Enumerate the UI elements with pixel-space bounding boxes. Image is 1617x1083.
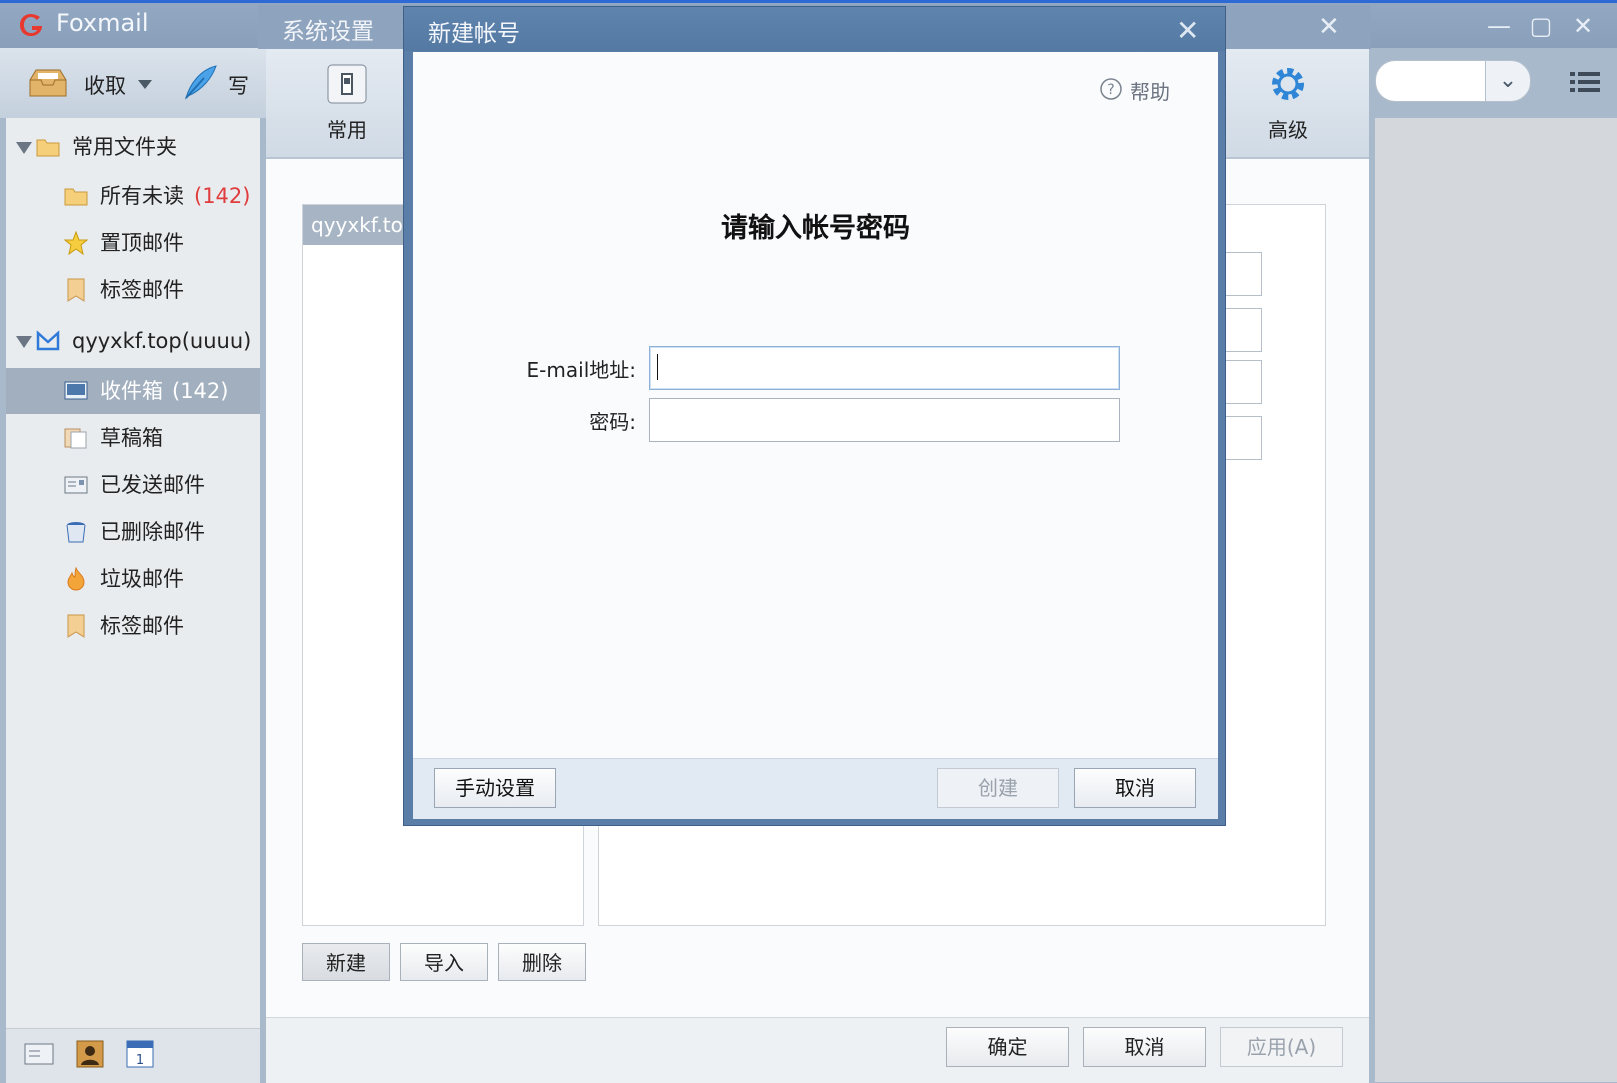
sidebar-item-label: 已发送邮件 bbox=[100, 473, 205, 497]
switch-icon bbox=[327, 64, 367, 104]
email-field[interactable] bbox=[649, 346, 1120, 390]
new-account-button[interactable]: 新建 bbox=[302, 943, 390, 981]
password-label: 密码: bbox=[589, 410, 636, 434]
dialog-title: 新建帐号 bbox=[428, 21, 520, 47]
settings-cancel-button[interactable]: 取消 bbox=[1083, 1027, 1206, 1067]
tag-folder-icon bbox=[67, 278, 85, 302]
apply-button[interactable]: 应用(A) bbox=[1220, 1027, 1343, 1067]
minimize-button[interactable]: — bbox=[1484, 12, 1514, 40]
create-button[interactable]: 创建 bbox=[937, 768, 1059, 808]
trash-icon bbox=[66, 522, 86, 543]
dialog-heading: 请输入帐号密码 bbox=[721, 213, 910, 244]
tag-folder-icon bbox=[67, 614, 85, 638]
gear-icon bbox=[1272, 68, 1304, 100]
expand-arrow-icon[interactable] bbox=[16, 142, 32, 154]
sidebar-item-drafts[interactable]: 草稿箱 bbox=[6, 415, 260, 461]
drafts-icon bbox=[64, 428, 87, 449]
calendar-icon[interactable]: 1 bbox=[126, 1040, 154, 1068]
email-label: E-mail地址: bbox=[526, 358, 636, 382]
delete-account-button[interactable]: 删除 bbox=[498, 943, 586, 981]
receive-button[interactable]: 收取 bbox=[84, 70, 126, 100]
svg-text:?: ? bbox=[1107, 82, 1114, 98]
password-field[interactable] bbox=[649, 398, 1120, 442]
sidebar-item-label: 垃圾邮件 bbox=[100, 567, 184, 591]
expand-arrow-icon[interactable] bbox=[16, 336, 32, 348]
dialog-cancel-button[interactable]: 取消 bbox=[1074, 768, 1196, 808]
sidebar-item-label: 标签邮件 bbox=[100, 278, 184, 302]
folder-icon bbox=[64, 188, 88, 206]
mail-view-icon[interactable] bbox=[24, 1042, 54, 1066]
account-field[interactable] bbox=[1220, 416, 1262, 460]
tab-label: 常用 bbox=[327, 118, 367, 142]
folder-group-label: 常用文件夹 bbox=[72, 135, 177, 159]
folder-group-label: qyyxkf.top(uuuu) bbox=[72, 329, 252, 353]
close-window-button[interactable]: ✕ bbox=[1568, 12, 1598, 40]
help-icon[interactable]: ? bbox=[1100, 78, 1122, 100]
foxmail-logo-icon bbox=[20, 14, 42, 36]
search-input[interactable] bbox=[1375, 60, 1486, 102]
tab-advanced[interactable]: 高级 bbox=[1248, 64, 1328, 143]
folder-group-account[interactable]: qyyxkf.top(uuuu) bbox=[6, 318, 260, 364]
import-account-button[interactable]: 导入 bbox=[400, 943, 488, 981]
inbox-tray-icon[interactable] bbox=[28, 66, 68, 100]
sidebar-item-label: 收件箱 bbox=[100, 379, 163, 403]
sidebar-item-label: 草稿箱 bbox=[100, 426, 163, 450]
sidebar-item-label: 置顶邮件 bbox=[100, 231, 184, 255]
receive-dropdown-icon[interactable] bbox=[138, 80, 152, 89]
dialog-close-button[interactable]: ✕ bbox=[1176, 14, 1199, 47]
chevron-down-icon[interactable]: ⌄ bbox=[1485, 60, 1531, 102]
fire-icon bbox=[67, 567, 85, 591]
account-icon bbox=[36, 330, 60, 351]
account-field[interactable] bbox=[1220, 360, 1262, 404]
sidebar-item-pinned[interactable]: 置顶邮件 bbox=[6, 220, 260, 266]
compose-button[interactable]: 写 bbox=[228, 70, 249, 100]
folder-group-favorites[interactable]: 常用文件夹 bbox=[6, 124, 260, 170]
settings-close-button[interactable]: ✕ bbox=[1318, 12, 1340, 42]
menu-list-icon[interactable] bbox=[1570, 70, 1600, 94]
sidebar-item-label: 已删除邮件 bbox=[100, 520, 205, 544]
window-accent-line bbox=[0, 0, 1617, 3]
svg-text:1: 1 bbox=[136, 1053, 144, 1068]
sidebar-item-deleted[interactable]: 已删除邮件 bbox=[6, 509, 260, 555]
sidebar-item-label: 标签邮件 bbox=[100, 614, 184, 638]
sidebar-item-all-unread[interactable]: 所有未读 (142) bbox=[6, 173, 260, 219]
star-icon bbox=[64, 231, 88, 255]
unread-count: (142) bbox=[194, 184, 251, 208]
feather-compose-icon[interactable] bbox=[180, 62, 220, 102]
text-cursor bbox=[657, 354, 658, 380]
folder-icon bbox=[36, 139, 60, 157]
settings-title: 系统设置 bbox=[282, 19, 374, 45]
sidebar-item-inbox[interactable]: 收件箱 (142) bbox=[6, 368, 260, 414]
manual-setup-button[interactable]: 手动设置 bbox=[434, 768, 556, 808]
unread-count: (142) bbox=[172, 379, 229, 403]
sidebar-item-tagged[interactable]: 标签邮件 bbox=[6, 267, 260, 313]
inbox-icon bbox=[64, 381, 88, 400]
tab-label: 高级 bbox=[1268, 118, 1308, 142]
sidebar-item-label: 所有未读 bbox=[100, 184, 184, 208]
maximize-button[interactable]: ▢ bbox=[1526, 12, 1556, 40]
account-field[interactable] bbox=[1220, 308, 1262, 352]
account-field[interactable] bbox=[1220, 252, 1262, 296]
app-title: Foxmail bbox=[56, 9, 149, 37]
contacts-icon[interactable] bbox=[76, 1040, 104, 1068]
mail-list-panel bbox=[1375, 118, 1617, 1082]
dialog-titlebar bbox=[404, 7, 1225, 51]
tab-general[interactable]: 常用 bbox=[307, 64, 387, 143]
sidebar-item-junk[interactable]: 垃圾邮件 bbox=[6, 556, 260, 602]
sent-mail-icon bbox=[64, 476, 88, 494]
sidebar-item-tagged-account[interactable]: 标签邮件 bbox=[6, 603, 260, 649]
ok-button[interactable]: 确定 bbox=[946, 1027, 1069, 1067]
sidebar-item-sent[interactable]: 已发送邮件 bbox=[6, 462, 260, 508]
help-link[interactable]: 帮助 bbox=[1130, 76, 1170, 105]
